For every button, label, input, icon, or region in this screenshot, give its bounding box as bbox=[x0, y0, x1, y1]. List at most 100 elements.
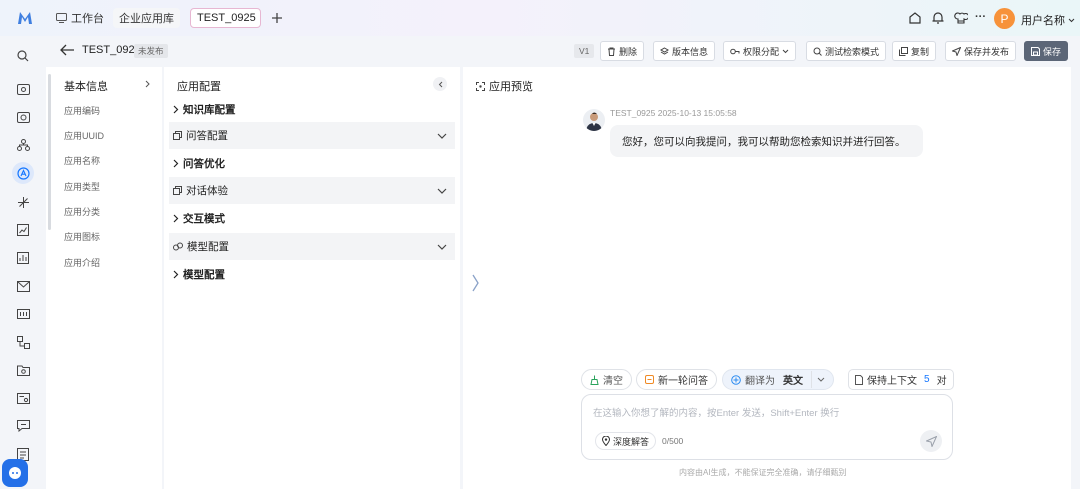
clear-button[interactable]: 清空 bbox=[581, 369, 632, 390]
basic-info-item[interactable]: 应用名称 bbox=[64, 154, 100, 167]
rail-camera-icon[interactable] bbox=[15, 109, 31, 125]
copy-icon bbox=[899, 46, 908, 56]
bot-message-bubble: 您好，您可以向我提问，我可以帮助您检索知识并进行回答。 bbox=[610, 125, 923, 157]
rail-report-icon[interactable] bbox=[15, 250, 31, 266]
save-label: 保存 bbox=[1043, 46, 1062, 57]
user-name: 用户名称 bbox=[1021, 15, 1065, 27]
rail-mail-icon[interactable] bbox=[15, 278, 31, 294]
chevron-right-icon bbox=[173, 214, 179, 223]
chevron-right-icon bbox=[173, 270, 179, 279]
more-icon[interactable]: ··· bbox=[975, 11, 986, 23]
app-logo[interactable] bbox=[17, 10, 33, 26]
basic-info-item[interactable]: 应用图标 bbox=[64, 230, 100, 243]
avatar[interactable]: P bbox=[994, 8, 1015, 29]
section-label: 问答配置 bbox=[186, 130, 228, 142]
chevron-down-icon bbox=[437, 133, 447, 139]
version-info-button[interactable]: 版本信息 bbox=[653, 41, 716, 61]
basic-info-item[interactable]: 应用介绍 bbox=[64, 256, 100, 269]
preview-header: 应用预览 bbox=[476, 78, 533, 94]
chat-assistant-float-icon[interactable] bbox=[2, 459, 28, 487]
chat-input-box[interactable] bbox=[581, 394, 953, 460]
section-model-config-advanced[interactable]: 模型配置 bbox=[169, 261, 455, 288]
add-tab-icon[interactable] bbox=[271, 12, 283, 24]
keep-context-control[interactable]: 保持上下文 5 对 bbox=[848, 369, 954, 390]
new-chat-icon bbox=[645, 375, 654, 384]
expand-panel-icon[interactable] bbox=[472, 274, 479, 292]
new-round-label: 新一轮问答 bbox=[658, 376, 708, 387]
keep-context-label: 保持上下文 bbox=[867, 376, 917, 387]
permission-dropdown[interactable]: 权限分配 bbox=[723, 41, 797, 61]
status-badge: 未发布 bbox=[134, 44, 168, 58]
basic-info-item[interactable]: 应用类型 bbox=[64, 180, 100, 193]
translate-dropdown[interactable]: 翻译为 英文 bbox=[722, 369, 834, 390]
trash-icon bbox=[607, 47, 616, 56]
tab-test-0925[interactable]: TEST_0925 bbox=[190, 8, 261, 28]
section-dialogue-experience[interactable]: 对话体验 bbox=[169, 177, 455, 204]
rail-flow-icon[interactable] bbox=[15, 334, 31, 350]
rail-chart-icon[interactable] bbox=[15, 222, 31, 238]
home-icon[interactable] bbox=[908, 11, 922, 25]
collapse-panel-button[interactable] bbox=[433, 77, 447, 91]
delete-button[interactable]: 删除 bbox=[600, 41, 645, 61]
chevron-down-icon bbox=[437, 188, 447, 194]
stack-icon bbox=[173, 186, 182, 195]
basic-info-item[interactable]: 应用UUID bbox=[64, 129, 104, 142]
bell-icon[interactable] bbox=[931, 10, 945, 25]
tab-workbench[interactable]: 工作台 bbox=[50, 8, 110, 28]
test-search-mode-button[interactable]: 测试检索模式 bbox=[806, 41, 887, 61]
section-label: 问答优化 bbox=[183, 158, 225, 170]
rail-grid-icon[interactable] bbox=[15, 306, 31, 322]
section-label: 模型配置 bbox=[183, 269, 225, 281]
message-meta: TEST_0925 2025-10-13 15:05:58 bbox=[610, 108, 737, 118]
section-label: 交互模式 bbox=[183, 213, 225, 225]
section-qa-optimization[interactable]: 问答优化 bbox=[169, 150, 455, 177]
user-menu[interactable]: 用户名称 bbox=[1021, 12, 1075, 28]
tab-label: TEST_0925 bbox=[197, 12, 256, 24]
chevron-down-circle-icon bbox=[811, 371, 829, 388]
rail-folder-icon[interactable] bbox=[15, 362, 31, 378]
search-icon[interactable] bbox=[15, 48, 31, 64]
monitor-icon bbox=[56, 13, 67, 23]
chevron-down-icon bbox=[437, 244, 447, 250]
search-icon bbox=[813, 47, 822, 56]
rail-card-icon[interactable] bbox=[15, 390, 31, 406]
deep-answer-toggle[interactable]: 深度解答 bbox=[595, 432, 657, 450]
chevron-right-icon[interactable] bbox=[145, 80, 150, 88]
copy-label: 复制 bbox=[911, 46, 930, 57]
send-button[interactable] bbox=[920, 430, 942, 452]
page-title: TEST_0925 bbox=[82, 44, 141, 56]
basic-info-scrollbar[interactable] bbox=[48, 74, 51, 230]
copy-button[interactable]: 复制 bbox=[892, 41, 937, 61]
rail-dashboard-icon[interactable] bbox=[15, 81, 31, 97]
basic-info-item[interactable]: 应用编码 bbox=[64, 104, 100, 117]
document-icon bbox=[855, 374, 863, 385]
chevron-right-icon bbox=[173, 105, 179, 114]
config-title: 应用配置 bbox=[177, 81, 221, 93]
chef-hat-icon[interactable] bbox=[954, 10, 968, 25]
scan-icon bbox=[476, 81, 485, 91]
section-label: 对话体验 bbox=[186, 185, 228, 197]
deep-answer-label: 深度解答 bbox=[613, 436, 650, 447]
rail-ai-app-icon[interactable] bbox=[12, 162, 34, 184]
basic-info-item[interactable]: 应用分类 bbox=[64, 205, 100, 218]
section-model-config[interactable]: 模型配置 bbox=[169, 233, 455, 260]
context-count[interactable]: 5 bbox=[924, 374, 930, 385]
translate-language: 英文 bbox=[783, 376, 803, 387]
chat-input-placeholder[interactable]: 在这输入你想了解的内容，按Enter 发送，Shift+Enter 换行 bbox=[593, 405, 839, 419]
chevron-down-icon bbox=[1068, 18, 1075, 23]
section-label: 模型配置 bbox=[187, 241, 229, 253]
section-interaction-mode[interactable]: 交互模式 bbox=[169, 205, 455, 232]
rail-message-icon[interactable] bbox=[15, 418, 31, 434]
save-publish-button[interactable]: 保存并发布 bbox=[945, 41, 1017, 61]
ai-disclaimer: 内容由AI生成，不能保证完全准确，请仔细甄别 bbox=[679, 468, 847, 477]
back-arrow-icon[interactable] bbox=[60, 44, 75, 56]
section-qa-config[interactable]: 问答配置 bbox=[169, 122, 455, 149]
save-button[interactable]: 保存 bbox=[1024, 41, 1069, 61]
rail-fan-icon[interactable] bbox=[15, 194, 31, 210]
rail-org-chart-icon[interactable] bbox=[15, 137, 31, 153]
new-round-button[interactable]: 新一轮问答 bbox=[636, 369, 717, 390]
version-badge: V1 bbox=[574, 44, 595, 58]
section-knowledge-base[interactable]: 知识库配置 bbox=[169, 96, 455, 123]
preview-title: 应用预览 bbox=[489, 81, 533, 93]
tab-enterprise-app-library[interactable]: 企业应用库 bbox=[113, 8, 180, 28]
